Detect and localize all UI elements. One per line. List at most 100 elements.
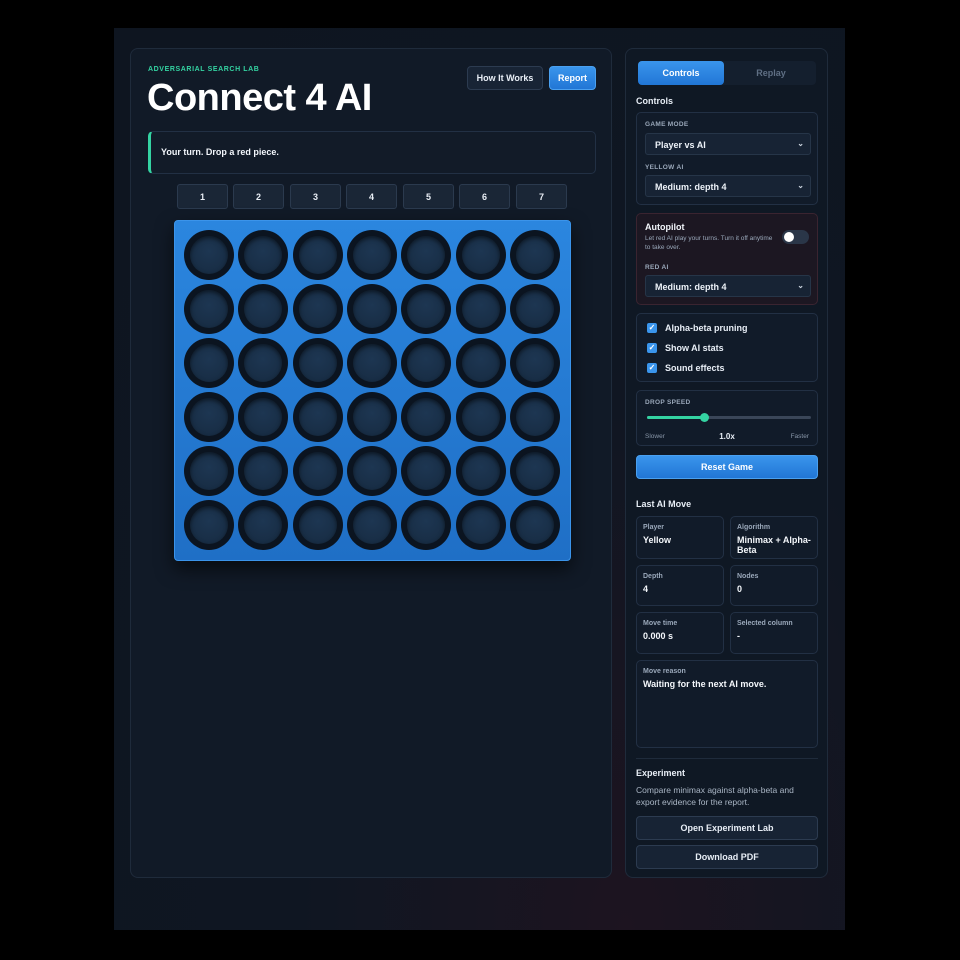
autopilot-title: Autopilot <box>645 222 685 232</box>
move-time-value: 0.000 s <box>643 631 674 641</box>
move-reason-value: Waiting for the next AI move. <box>643 679 767 689</box>
board-slot[interactable] <box>184 230 234 280</box>
board-slot[interactable] <box>184 500 234 550</box>
page-title: Connect 4 AI <box>147 77 372 119</box>
last-move-heading: Last AI Move <box>636 499 692 509</box>
open-experiment-lab-button[interactable]: Open Experiment Lab <box>636 816 818 840</box>
autopilot-description: Let red AI play your turns. Turn it off … <box>645 235 773 251</box>
board-slot[interactable] <box>184 284 234 334</box>
game-mode-select[interactable]: Player vs AI ⌄ <box>645 133 811 155</box>
experiment-description: Compare minimax against alpha-beta and e… <box>636 785 794 807</box>
board-slot[interactable] <box>292 338 343 388</box>
board-slot[interactable] <box>509 284 560 334</box>
board-slot[interactable] <box>401 446 452 496</box>
checkmark-icon: ✓ <box>647 343 657 353</box>
tab-bar: Controls Replay <box>638 61 816 85</box>
drop-speed-slider[interactable] <box>647 413 811 422</box>
depth-stat: Depth 4 <box>636 565 724 606</box>
board-slot[interactable] <box>238 392 289 442</box>
game-board[interactable] <box>174 220 571 561</box>
board-slot[interactable] <box>346 500 397 550</box>
report-button[interactable]: Report <box>549 66 596 90</box>
column-button-5[interactable]: 5 <box>403 184 454 209</box>
board-slot[interactable] <box>292 284 343 334</box>
player-stat-value: Yellow <box>643 535 672 545</box>
toggle-knob <box>784 232 794 242</box>
sound-effects-checkbox[interactable]: ✓ Sound effects <box>647 363 725 373</box>
board-slot[interactable] <box>238 446 289 496</box>
depth-stat-label: Depth <box>643 573 663 580</box>
board-slot[interactable] <box>346 338 397 388</box>
download-pdf-button[interactable]: Download PDF <box>636 845 818 869</box>
board-slot[interactable] <box>346 446 397 496</box>
board-slot[interactable] <box>509 392 560 442</box>
mode-settings: GAME MODE Player vs AI ⌄ YELLOW AI Mediu… <box>636 112 818 205</box>
board-slot[interactable] <box>238 500 289 550</box>
board-slot[interactable] <box>401 392 452 442</box>
board-slot[interactable] <box>455 230 506 280</box>
board-slot[interactable] <box>509 446 560 496</box>
slider-fill <box>647 416 705 419</box>
board-slot[interactable] <box>509 338 560 388</box>
eyebrow-label: ADVERSARIAL SEARCH LAB <box>148 66 260 73</box>
board-slot[interactable] <box>184 392 234 442</box>
game-mode-label: GAME MODE <box>645 121 689 128</box>
player-stat: Player Yellow <box>636 516 724 559</box>
algorithm-stat: Algorithm Minimax + Alpha-Beta <box>730 516 818 559</box>
selected-column-label: Selected column <box>737 620 793 627</box>
move-reason-label: Move reason <box>643 668 686 675</box>
board-slot[interactable] <box>238 338 289 388</box>
player-stat-label: Player <box>643 524 665 531</box>
checkmark-icon: ✓ <box>647 323 657 333</box>
board-slot[interactable] <box>401 500 452 550</box>
red-ai-select[interactable]: Medium: depth 4 ⌄ <box>645 275 811 297</box>
board-slot[interactable] <box>292 230 343 280</box>
column-button-7[interactable]: 7 <box>516 184 567 209</box>
how-it-works-button[interactable]: How It Works <box>467 66 543 90</box>
reset-game-button[interactable]: Reset Game <box>636 455 818 479</box>
move-reason-stat: Move reason Waiting for the next AI move… <box>636 660 818 748</box>
board-slot[interactable] <box>184 446 234 496</box>
chevron-down-icon: ⌄ <box>797 139 804 148</box>
chevron-down-icon: ⌄ <box>797 181 804 190</box>
board-slot[interactable] <box>346 392 397 442</box>
yellow-ai-label: YELLOW AI <box>645 164 684 171</box>
slider-thumb[interactable] <box>699 413 709 422</box>
board-slot[interactable] <box>238 284 289 334</box>
board-slot[interactable] <box>455 284 506 334</box>
board-slot[interactable] <box>184 338 234 388</box>
column-button-3[interactable]: 3 <box>290 184 341 209</box>
checkmark-icon: ✓ <box>647 363 657 373</box>
board-slot[interactable] <box>292 446 343 496</box>
show-stats-checkbox[interactable]: ✓ Show AI stats <box>647 343 724 353</box>
alpha-beta-checkbox[interactable]: ✓ Alpha-beta pruning <box>647 323 748 333</box>
divider <box>636 758 818 759</box>
board-slot[interactable] <box>346 284 397 334</box>
tab-replay[interactable]: Replay <box>728 61 814 85</box>
board-slot[interactable] <box>401 230 452 280</box>
board-slot[interactable] <box>292 392 343 442</box>
column-button-2[interactable]: 2 <box>233 184 284 209</box>
nodes-stat: Nodes 0 <box>730 565 818 606</box>
board-slot[interactable] <box>401 338 452 388</box>
board-slot[interactable] <box>455 500 506 550</box>
options-box: ✓ Alpha-beta pruning ✓ Show AI stats ✓ S… <box>636 313 818 382</box>
column-button-1[interactable]: 1 <box>177 184 228 209</box>
board-slot[interactable] <box>509 500 560 550</box>
column-button-4[interactable]: 4 <box>346 184 397 209</box>
faster-label: Faster <box>790 433 809 440</box>
status-message: Your turn. Drop a red piece. <box>148 131 596 174</box>
board-slot[interactable] <box>455 446 506 496</box>
board-slot[interactable] <box>401 284 452 334</box>
column-button-6[interactable]: 6 <box>459 184 510 209</box>
board-slot[interactable] <box>238 230 289 280</box>
board-slot[interactable] <box>292 500 343 550</box>
autopilot-toggle[interactable] <box>782 230 809 244</box>
yellow-ai-select[interactable]: Medium: depth 4 ⌄ <box>645 175 811 197</box>
board-slot[interactable] <box>346 230 397 280</box>
algorithm-stat-value: Minimax + Alpha-Beta <box>737 535 811 555</box>
board-slot[interactable] <box>455 392 506 442</box>
board-slot[interactable] <box>509 230 560 280</box>
board-slot[interactable] <box>455 338 506 388</box>
tab-controls[interactable]: Controls <box>638 61 724 85</box>
